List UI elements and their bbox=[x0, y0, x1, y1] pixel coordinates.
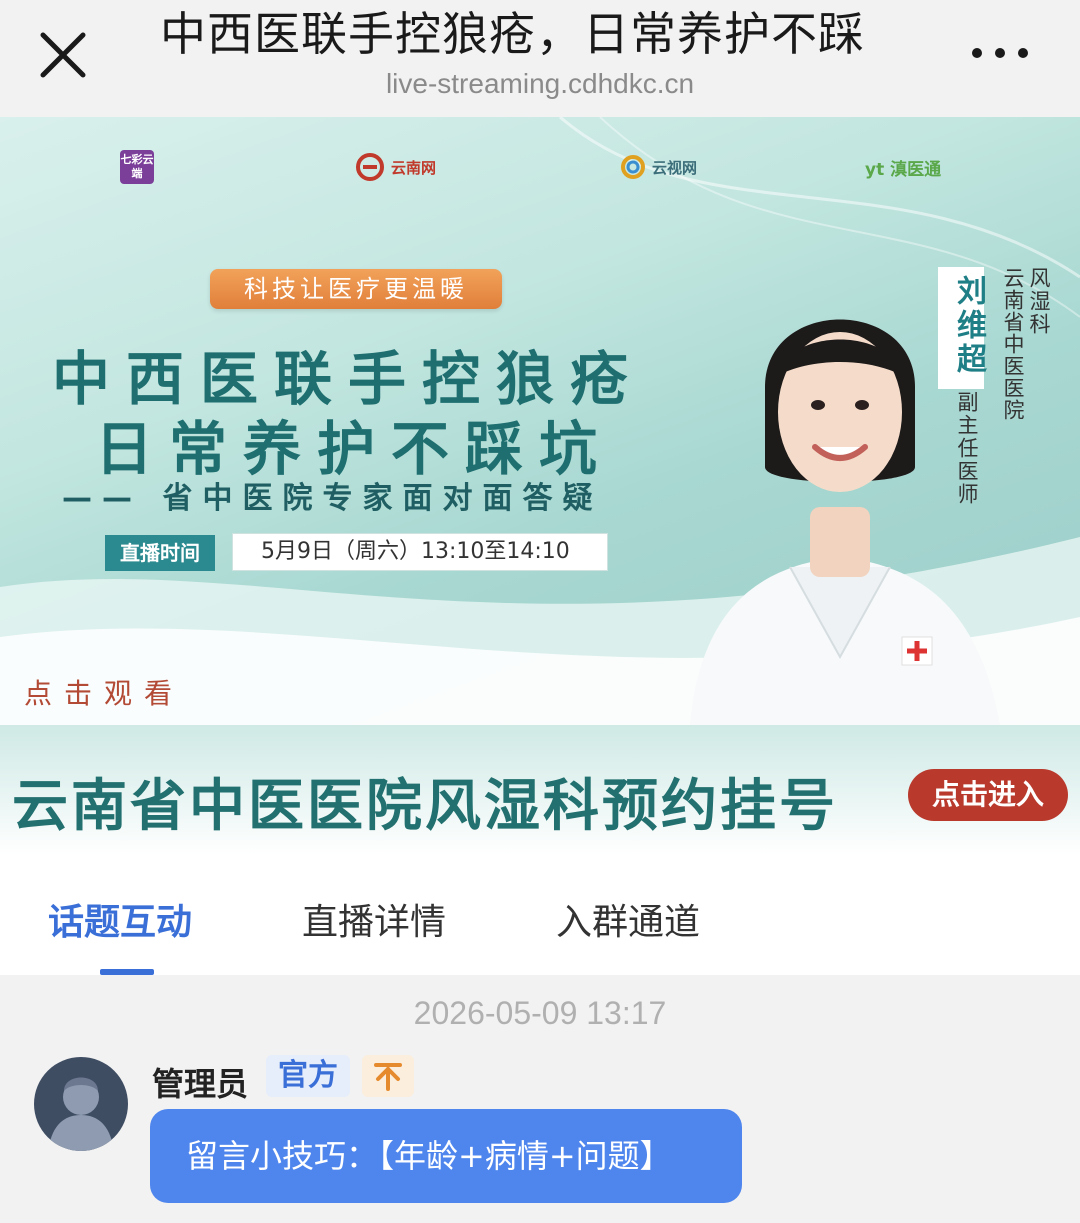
yunnanwang-logo: 云南网 bbox=[355, 147, 436, 187]
pin-top-icon bbox=[362, 1055, 414, 1097]
official-badge: 官方 bbox=[266, 1055, 350, 1097]
tab-topic-interaction[interactable]: 话题互动 bbox=[48, 893, 192, 945]
enter-button[interactable]: 点击进入 bbox=[908, 769, 1068, 821]
message-timestamp: 2026-05-09 13:17 bbox=[413, 995, 667, 1031]
tab-bar: 话题互动 直播详情 入群通道 bbox=[0, 855, 1080, 975]
dianyitong-logo: yt 滇医通 bbox=[865, 159, 942, 180]
sender-name: 管理员 bbox=[152, 1065, 249, 1103]
yunshiwang-logo: 云视网 bbox=[620, 147, 697, 187]
page-title: 中西医联手控狼疮，日常养护不踩 bbox=[160, 7, 865, 61]
page-url: live-streaming.cdhdkc.cn bbox=[385, 68, 695, 99]
appointment-banner[interactable]: 云南省中医医院风湿科预约挂号 点击进入 bbox=[0, 725, 1080, 855]
top-bar: 中西医联手控狼疮，日常养护不踩 live-streaming.cdhdkc.cn bbox=[0, 0, 1080, 117]
watch-link[interactable]: 点击观看 bbox=[24, 672, 184, 712]
qicai-logo: 七彩云端 bbox=[120, 147, 154, 187]
live-time-label: 直播时间 bbox=[105, 535, 215, 571]
live-time-value: 5月9日（周六）13:10至14:10 bbox=[232, 533, 608, 571]
doctor-department: 风湿科 bbox=[1027, 267, 1051, 336]
doctor-title: 副主任医师 bbox=[955, 391, 979, 506]
doctor-hospital: 云南省中医医院 bbox=[1001, 267, 1025, 421]
doctor-name: 刘维超 bbox=[951, 275, 986, 377]
slogan-badge: 科技让医疗更温暖 bbox=[210, 269, 502, 309]
appointment-text: 云南省中医医院风湿科预约挂号 bbox=[12, 774, 838, 839]
tab-live-details[interactable]: 直播详情 bbox=[302, 893, 446, 945]
headline-subline: —— 省中医院专家面对面答疑 bbox=[62, 481, 603, 516]
tab-join-group[interactable]: 入群通道 bbox=[556, 893, 700, 945]
message-bubble[interactable]: 留言小技巧：【年龄+病情+问题】 bbox=[150, 1109, 742, 1203]
chat-area: 2026-05-09 13:17 管理员 官方 留言小技巧：【年龄+病情+问题】 bbox=[0, 975, 1080, 1223]
avatar[interactable] bbox=[34, 1057, 128, 1151]
more-icon[interactable] bbox=[965, 28, 1035, 78]
live-banner[interactable]: 七彩云端 云南网 云视网 yt 滇医通 科技让医疗更温暖 中西医联手控狼疮 日常… bbox=[0, 117, 1080, 725]
